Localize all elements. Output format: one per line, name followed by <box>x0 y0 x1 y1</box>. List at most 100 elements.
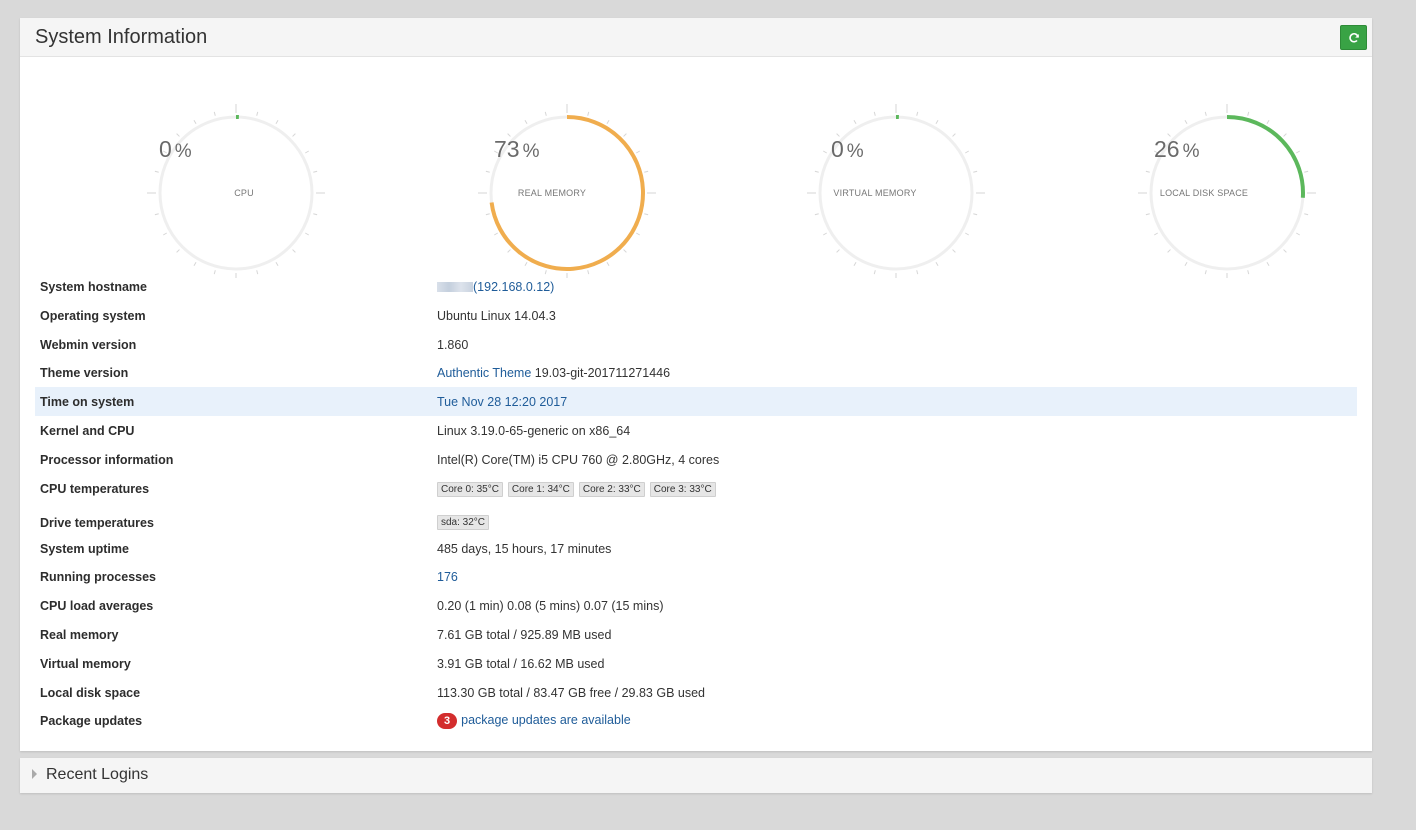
kernel-label: Kernel and CPU <box>40 423 135 438</box>
gauge-tick <box>873 111 876 116</box>
gauge-tick <box>1184 120 1188 124</box>
virtual-memory-gauge: 0% VIRTUAL MEMORY <box>757 58 997 278</box>
gauge-tick <box>587 111 590 116</box>
virtual-memory-gauge-value: 0% <box>831 136 864 162</box>
row-processes: Running processes 176 <box>35 562 1357 591</box>
theme-version: 19.03-git-201711271446 <box>534 366 671 381</box>
gauge-tick <box>636 150 640 154</box>
local-disk-space-gauge-label: LOCAL DISK SPACE <box>1159 188 1249 198</box>
gauge-tick <box>606 262 610 266</box>
hostname-link[interactable]: (192.168.0.12) <box>473 280 554 294</box>
virtual-memory-gauge-dial <box>807 104 985 278</box>
cpu-temp-chip: Core 3: 33°C <box>649 481 716 497</box>
gauge-tick <box>485 213 490 216</box>
row-processor: Processor information Intel(R) Core(TM) … <box>35 445 1357 474</box>
virtual-memory-value: 3.91 GB total / 16.62 MB used <box>437 656 605 671</box>
time-link[interactable]: Tue Nov 28 12:20 2017 <box>437 395 567 409</box>
gauge-tick <box>814 170 819 173</box>
virtual-memory-label: Virtual memory <box>40 656 131 671</box>
gauge-tick <box>305 150 309 154</box>
gauge-tick <box>1283 133 1287 137</box>
gauge-tick <box>275 120 279 124</box>
gauge-tick <box>524 120 528 124</box>
gauge-tick <box>636 232 640 236</box>
refresh-button[interactable] <box>1340 25 1367 50</box>
gauge-tick <box>1296 232 1300 236</box>
kernel-value: Linux 3.19.0-65-generic on x86_64 <box>437 423 631 438</box>
os-value: Ubuntu Linux 14.04.3 <box>437 308 556 323</box>
row-webmin: Webmin version 1.860 <box>35 330 1357 359</box>
recent-logins-panel[interactable]: Recent Logins <box>20 758 1372 793</box>
real-memory-gauge: 73% REAL MEMORY <box>428 58 668 278</box>
gauge-tick <box>606 120 610 124</box>
gauge-tick <box>1266 262 1270 266</box>
row-disk: Local disk space 113.30 GB total / 83.47… <box>35 678 1357 707</box>
theme-link[interactable]: Authentic Theme <box>437 366 531 380</box>
drive-temp-chip: sda: 32°C <box>437 514 490 530</box>
panel-title: System Information <box>35 26 208 48</box>
recent-logins-title[interactable]: Recent Logins <box>46 766 148 784</box>
refresh-icon <box>1348 32 1359 43</box>
disk-label: Local disk space <box>40 685 141 700</box>
load-value: 0.20 (1 min) 0.08 (5 mins) 0.07 (15 mins… <box>437 599 664 614</box>
gauge-tick <box>154 170 159 173</box>
expand-arrow-icon[interactable] <box>32 769 37 779</box>
gauge-tick <box>644 213 649 216</box>
processor-value: Intel(R) Core(TM) i5 CPU 760 @ 2.80GHz, … <box>437 452 720 467</box>
gauge-tick <box>154 213 159 216</box>
local-disk-space-gauge: 26% LOCAL DISK SPACE <box>1088 58 1328 278</box>
gauge-tick <box>1296 150 1300 154</box>
real-memory-gauge-label: REAL MEMORY <box>517 188 587 198</box>
processes-label: Running processes <box>40 570 156 585</box>
gauge-tick <box>623 249 627 253</box>
virtual-memory-gauge-label: VIRTUAL MEMORY <box>833 188 917 198</box>
gauge-tick <box>256 111 259 116</box>
uptime-label: System uptime <box>40 541 129 556</box>
gauge-tick <box>1283 249 1287 253</box>
row-hostname: System hostname (192.168.0.12) <box>35 272 1357 301</box>
uptime-value: 485 days, 15 hours, 17 minutes <box>437 541 612 556</box>
local-disk-space-gauge-dial <box>1138 104 1316 278</box>
os-label: Operating system <box>40 308 146 323</box>
row-kernel: Kernel and CPU Linux 3.19.0-65-generic o… <box>35 416 1357 445</box>
row-time: Time on system Tue Nov 28 12:20 2017 <box>35 387 1357 416</box>
real-memory-gauge-value: 73% <box>494 136 540 162</box>
processes-link[interactable]: 176 <box>437 570 458 584</box>
hostname-value: (192.168.0.12) <box>437 280 554 294</box>
load-label: CPU load averages <box>40 599 154 614</box>
row-cpu-temps: CPU temperatures Core 0: 35°C Core 1: 34°… <box>35 474 1357 505</box>
gauge-tick <box>952 249 956 253</box>
gauge-tick <box>305 232 309 236</box>
theme-label: Theme version <box>40 366 129 381</box>
drive-temps-value: sda: 32°C <box>437 514 494 530</box>
gauge-tick <box>485 170 490 173</box>
real-memory-value: 7.61 GB total / 925.89 MB used <box>437 627 612 642</box>
gauge-tick <box>1304 170 1309 173</box>
gauge-tick <box>163 232 167 236</box>
real-memory-gauge-dial <box>478 104 656 278</box>
cpu-temp-chip: Core 1: 34°C <box>507 481 574 497</box>
gauge-tick <box>1204 111 1207 116</box>
gauge-value-arc <box>1226 115 1305 198</box>
cpu-temp-chip: Core 0: 35°C <box>437 481 503 497</box>
gauge-tick <box>213 111 216 116</box>
gauge-tick <box>1167 249 1171 253</box>
gauge-tick <box>494 232 498 236</box>
local-disk-space-gauge-value: 26% <box>1154 136 1200 162</box>
system-information-panel: System Information 0% CPU 73% REAL MEMOR… <box>20 18 1372 751</box>
gauge-tick <box>935 120 939 124</box>
gauge-tick <box>1304 213 1309 216</box>
row-updates: Package updates 3 package updates are ava… <box>35 706 1357 735</box>
gauge-tick <box>524 262 528 266</box>
gauge-tick <box>1247 111 1250 116</box>
row-uptime: System uptime 485 days, 15 hours, 17 min… <box>35 534 1357 563</box>
real-memory-label: Real memory <box>40 627 119 642</box>
updates-link[interactable]: package updates are available <box>461 713 631 727</box>
gauge-tick <box>644 170 649 173</box>
gauge-tick <box>275 262 279 266</box>
panel-header: System Information <box>20 18 1372 57</box>
gauge-tick <box>544 111 547 116</box>
gauge-tick <box>823 150 827 154</box>
webmin-label: Webmin version <box>40 337 137 352</box>
gauge-tick <box>853 262 857 266</box>
